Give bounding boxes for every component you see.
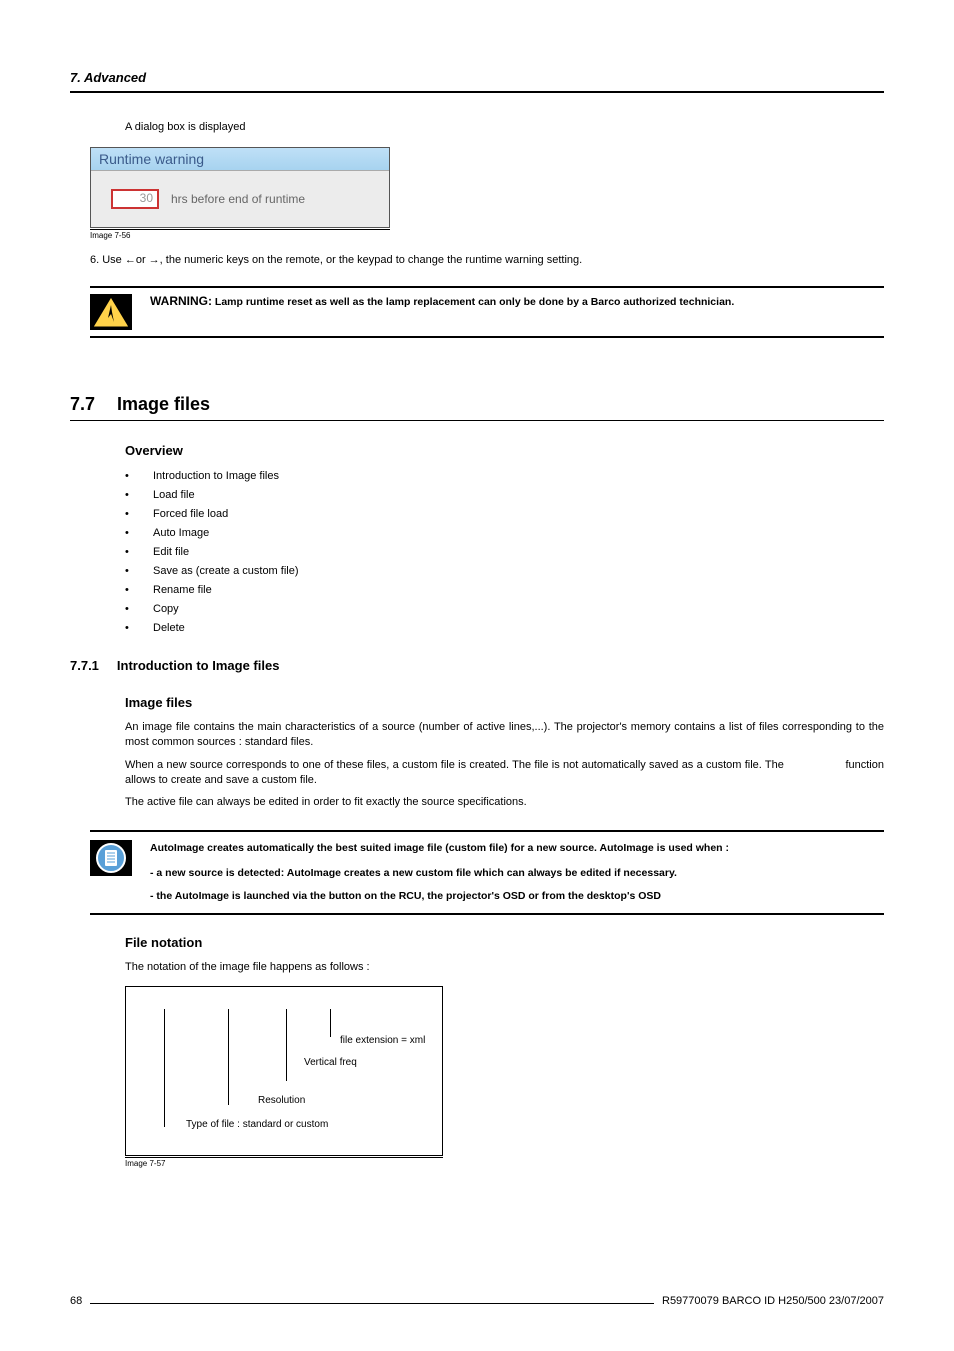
subsection-title: Introduction to Image files — [117, 658, 280, 673]
file-notation-p1: The notation of the image file happens a… — [125, 960, 884, 975]
dialog-body: 30 hrs before end of runtime — [91, 171, 389, 227]
info-line-1: AutoImage creates automatically the best… — [150, 840, 884, 857]
overview-list: Introduction to Image files Load file Fo… — [125, 470, 884, 634]
overview-item: Introduction to Image files — [125, 470, 884, 482]
image-caption-7-56: Image 7-56 — [90, 229, 390, 240]
diagram-vfreq: Vertical freq — [304, 1057, 357, 1068]
overview-item: Edit file — [125, 546, 884, 558]
step-6-text: 6. Use ←or →, the numeric keys on the re… — [90, 254, 884, 266]
image-caption-7-57: Image 7-57 — [125, 1157, 443, 1168]
overview-item: Save as (create a custom file) — [125, 565, 884, 577]
warning-lead: WARNING: — [150, 294, 212, 308]
overview-item: Auto Image — [125, 527, 884, 539]
overview-heading: Overview — [125, 443, 884, 458]
chapter-title: 7. Advanced — [70, 70, 884, 85]
warning-icon — [90, 294, 132, 330]
overview-item: Rename file — [125, 584, 884, 596]
info-icon — [90, 840, 132, 876]
overview-item: Forced file load — [125, 508, 884, 520]
page-header: 7. Advanced — [70, 70, 884, 93]
section-number: 7.7 — [70, 394, 95, 415]
file-notation-heading: File notation — [125, 935, 884, 950]
section-rule — [70, 420, 884, 421]
file-notation-diagram: file extension = xml Vertical freq Resol… — [125, 986, 443, 1156]
warning-bottom-rule — [90, 336, 884, 338]
page-number: 68 — [70, 1295, 82, 1307]
runtime-hours-input[interactable]: 30 — [111, 189, 159, 209]
doc-id: R59770079 BARCO ID H250/500 23/07/2007 — [662, 1295, 884, 1307]
image-files-p1: An image file contains the main characte… — [125, 720, 884, 750]
image-files-p2: When a new source corresponds to one of … — [125, 758, 884, 788]
footer-rule — [90, 1303, 654, 1304]
info-line-3: - the AutoImage is launched via the butt… — [150, 888, 884, 905]
intro-text: A dialog box is displayed — [125, 121, 884, 133]
info-text: AutoImage creates automatically the best… — [150, 840, 884, 904]
page-footer: 68 R59770079 BARCO ID H250/500 23/07/200… — [70, 1295, 884, 1307]
warning-text: WARNING: Lamp runtime reset as well as t… — [150, 294, 884, 308]
header-rule — [70, 91, 884, 93]
info-block: AutoImage creates automatically the best… — [90, 830, 884, 914]
overview-item: Delete — [125, 622, 884, 634]
subsection-number: 7.7.1 — [70, 658, 99, 673]
diagram-ext: file extension = xml — [340, 1035, 425, 1046]
warning-body: Lamp runtime reset as well as the lamp r… — [212, 296, 734, 308]
runtime-hours-label: hrs before end of runtime — [171, 192, 305, 206]
section-title: Image files — [117, 394, 210, 415]
overview-item: Load file — [125, 489, 884, 501]
info-bottom-rule — [90, 913, 884, 915]
runtime-warning-dialog: Runtime warning 30 hrs before end of run… — [90, 147, 390, 228]
overview-item: Copy — [125, 603, 884, 615]
warning-block: WARNING: Lamp runtime reset as well as t… — [90, 286, 884, 338]
section-heading: 7.7 Image files — [70, 394, 884, 415]
dialog-title: Runtime warning — [91, 148, 389, 171]
info-line-2: - a new source is detected: AutoImage cr… — [150, 865, 884, 882]
diagram-res: Resolution — [258, 1095, 305, 1106]
image-files-heading: Image files — [125, 695, 884, 710]
image-files-p3: The active file can always be edited in … — [125, 795, 884, 810]
diagram-type: Type of file : standard or custom — [186, 1119, 328, 1130]
subsection-heading: 7.7.1 Introduction to Image files — [70, 658, 884, 673]
